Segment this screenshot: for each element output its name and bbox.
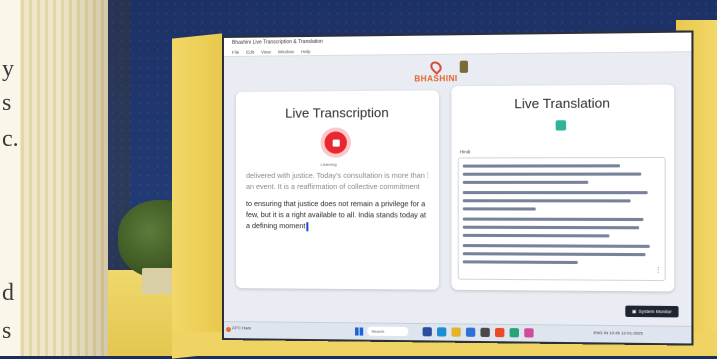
brand-name: BHASHINI: [414, 73, 458, 84]
brand-logo: BHASHINI: [414, 59, 458, 84]
transcript-current: to ensuring that justice does not remain…: [246, 198, 427, 232]
folder-icon[interactable]: [451, 327, 461, 337]
translation-title: Live Translation: [514, 95, 610, 112]
translated-line: [462, 180, 589, 184]
translated-line: [462, 252, 646, 257]
window-title: Bhashini Live Transcription & Translatio…: [231, 38, 323, 46]
stray-letter: s: [2, 318, 12, 344]
more-options-icon[interactable]: ⋮: [425, 172, 431, 179]
terminal-icon[interactable]: [480, 327, 490, 338]
translated-line: [462, 260, 578, 265]
transcript-text: delivered with justice. Today's consulta…: [246, 170, 427, 232]
translate-icon[interactable]: [555, 120, 567, 131]
system-tray[interactable]: ENG IN 10:45 12-01-2025: [594, 330, 643, 336]
stray-letter: s: [2, 90, 12, 116]
stray-letter: y: [2, 56, 14, 82]
taskbar-search[interactable]: Search: [367, 326, 409, 337]
menu-help[interactable]: Help: [301, 49, 310, 54]
translated-line: [462, 244, 650, 248]
file-explorer-icon[interactable]: [422, 327, 432, 337]
transcript-previous: delivered with justice. Today's consulta…: [245, 170, 425, 192]
menu-view[interactable]: View: [261, 49, 271, 54]
translated-line: [462, 199, 631, 203]
stray-letter: c.: [2, 126, 19, 152]
transcription-panel: Live Transcription Listening delivered w…: [235, 90, 440, 290]
transcription-title: Live Transcription: [285, 104, 389, 121]
translated-line: [462, 172, 642, 176]
more-options-icon[interactable]: ⋮: [655, 267, 661, 274]
system-monitor-button[interactable]: ▣ System Monitor: [625, 305, 679, 318]
store-icon[interactable]: [465, 327, 476, 337]
translated-line: [462, 207, 536, 211]
emblem-block: [459, 60, 497, 77]
menu-file[interactable]: File: [232, 49, 239, 54]
monitor-icon: ▣: [631, 308, 637, 314]
taskbar-apps: [422, 327, 534, 338]
system-monitor-label: System Monitor: [638, 308, 672, 315]
translated-line: [462, 191, 648, 195]
edge-icon[interactable]: [437, 327, 447, 337]
text-caret: [306, 221, 309, 231]
taskbar: 23°C Haze Search ENG IN 10:45 12-01-2025: [223, 321, 692, 344]
national-emblem-icon: [459, 60, 469, 73]
weather-text[interactable]: 23°C Haze: [232, 325, 251, 330]
start-button-icon[interactable]: [355, 327, 364, 336]
translated-line: [462, 217, 644, 222]
weather-icon: [225, 327, 231, 333]
translation-output: [457, 156, 666, 282]
stop-icon: [332, 139, 340, 147]
foreground-card: y s c. d s: [0, 0, 20, 356]
app-icon[interactable]: [524, 328, 534, 338]
bhashini-logo-icon: [427, 59, 444, 75]
record-button[interactable]: [324, 131, 347, 154]
app-icon[interactable]: [509, 328, 519, 338]
menu-edit[interactable]: Edit: [246, 49, 254, 54]
menu-window[interactable]: Window: [278, 49, 294, 54]
listening-status: Listening: [320, 161, 337, 167]
stray-letter: d: [2, 280, 14, 306]
transcript-live-text: to ensuring that justice does not remain…: [245, 199, 427, 231]
target-language-label: Hindi: [459, 149, 471, 155]
screen-frame-left: [172, 33, 222, 359]
chrome-icon[interactable]: [495, 327, 505, 338]
translated-line: [462, 164, 620, 168]
translated-line: [462, 233, 610, 238]
translation-panel: Live Translation Hindi ⋮: [451, 84, 675, 292]
translated-line: [462, 225, 640, 230]
display-screen: Bhashini Live Transcription & Translatio…: [222, 30, 694, 346]
